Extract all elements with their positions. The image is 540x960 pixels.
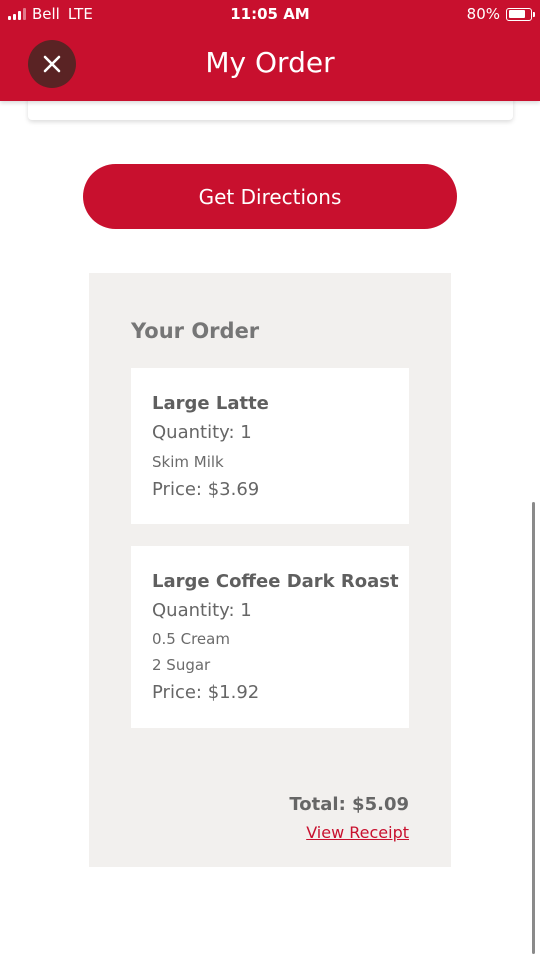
view-receipt-link[interactable]: View Receipt	[306, 823, 409, 842]
order-summary-panel: Your Order Large Latte Quantity: 1 Skim …	[89, 273, 451, 867]
app-header: Bell LTE 11:05 AM 80% My Order	[0, 0, 540, 101]
scrollbar[interactable]	[532, 502, 535, 954]
status-bar: Bell LTE 11:05 AM 80%	[0, 0, 540, 28]
item-quantity: Quantity: 1	[152, 600, 252, 621]
order-item-card: Large Coffee Dark Roast Quantity: 1 0.5 …	[131, 546, 409, 728]
item-modifier: Skim Milk	[152, 453, 224, 471]
item-modifier: 2 Sugar	[152, 656, 211, 674]
battery-icon	[506, 7, 535, 21]
order-item-card: Large Latte Quantity: 1 Skim Milk Price:…	[131, 368, 409, 524]
item-name: Large Latte	[152, 393, 269, 414]
get-directions-button[interactable]: Get Directions	[83, 164, 457, 229]
page-title: My Order	[205, 46, 335, 79]
status-time: 11:05 AM	[230, 5, 310, 23]
item-modifier: 0.5 Cream	[152, 630, 230, 648]
order-total: Total: $5.09	[289, 794, 409, 815]
item-quantity: Quantity: 1	[152, 422, 252, 443]
order-heading: Your Order	[131, 319, 260, 343]
item-name: Large Coffee Dark Roast	[152, 571, 399, 592]
battery-percent: 80%	[466, 5, 500, 23]
item-price: Price: $3.69	[152, 479, 260, 500]
my-order-screen: Bell LTE 11:05 AM 80% My Order Get Direc…	[0, 0, 540, 960]
status-right: 80%	[466, 5, 535, 23]
item-price: Price: $1.92	[152, 682, 260, 703]
